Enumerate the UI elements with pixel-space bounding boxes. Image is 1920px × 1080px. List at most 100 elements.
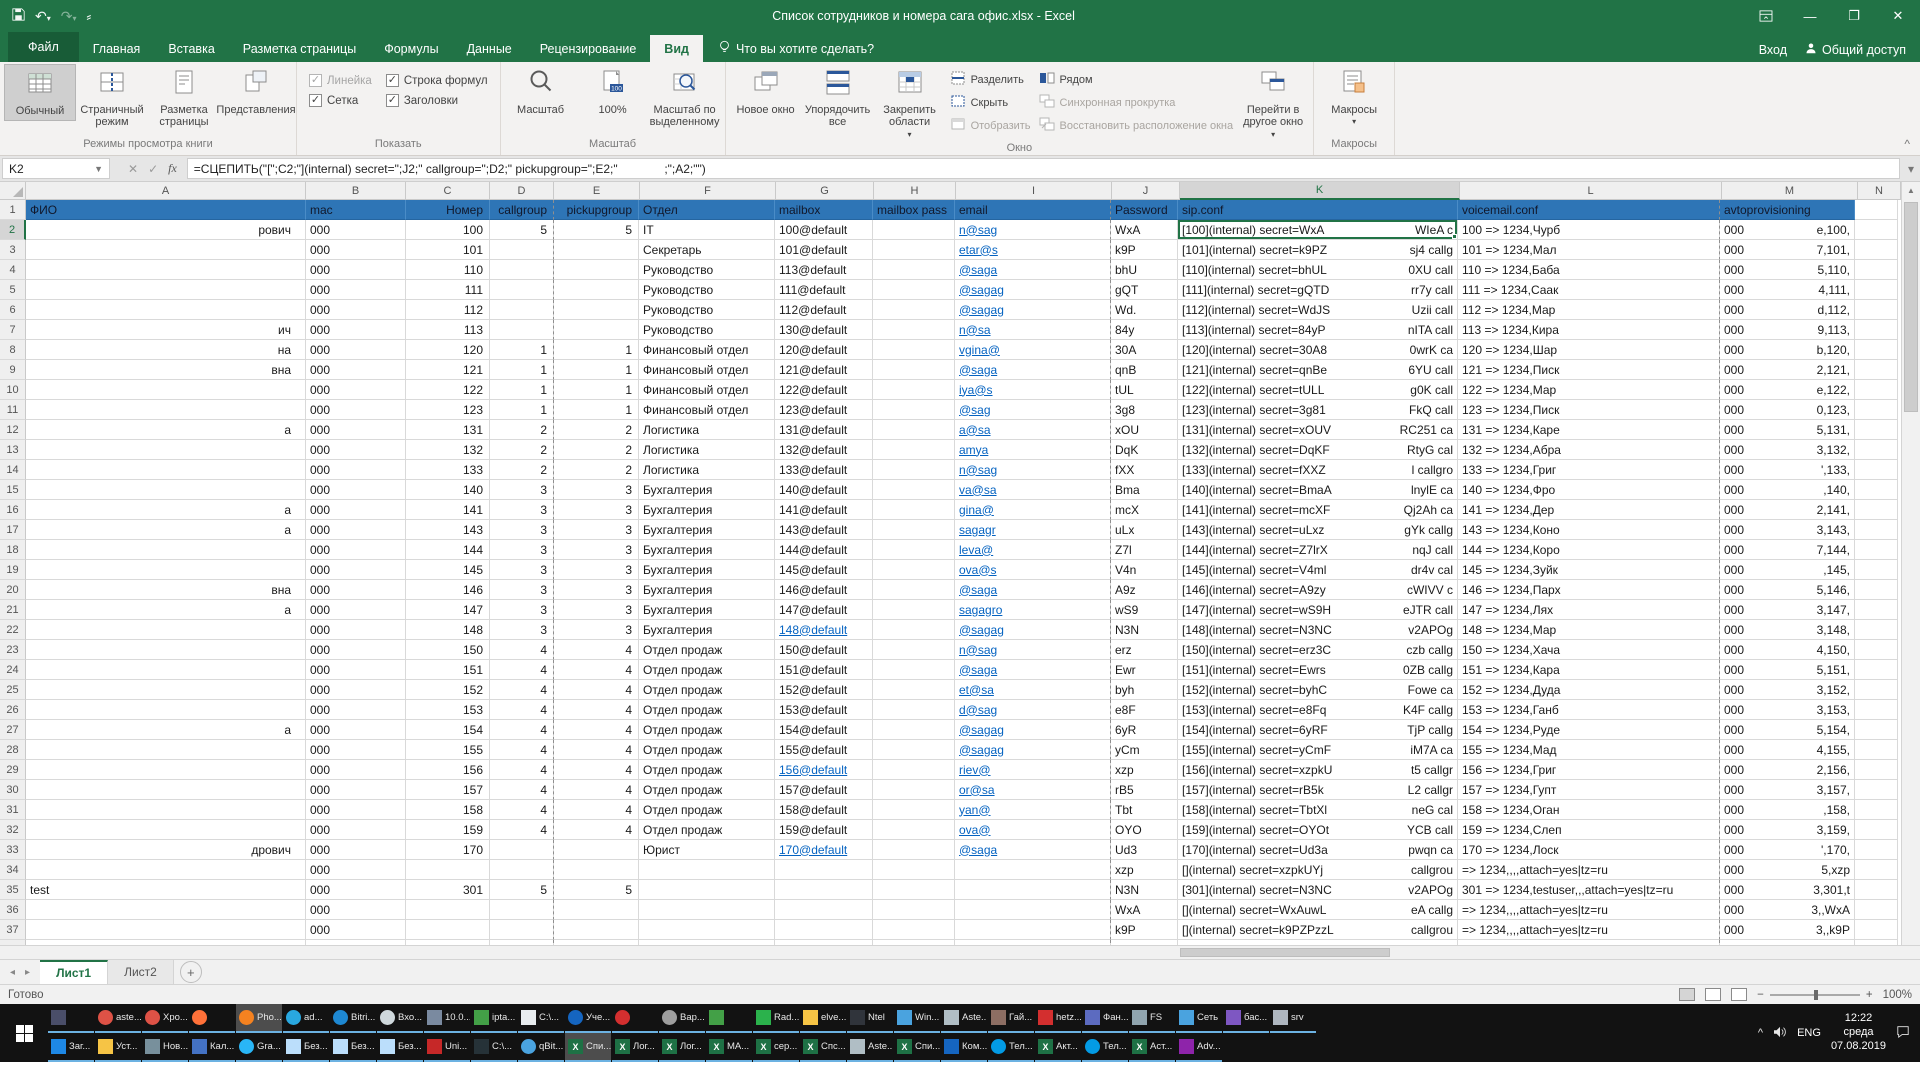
cell-mac[interactable]: 000 [306,500,406,520]
cell-callgroup[interactable]: 4 [490,680,554,700]
cell-mac[interactable]: 000 [306,880,406,900]
cell-sipconf[interactable]: [100](internal) secret=WxAWIeA c [1178,220,1458,240]
cell-dept[interactable]: Отдел продаж [639,740,775,760]
cell-number[interactable]: 147 [406,600,490,620]
cell-dept[interactable]: Отдел продаж [639,660,775,680]
cell-email[interactable]: @sag [955,400,1111,420]
cell-sipconf[interactable]: [170](internal) secret=Ud3apwqn ca [1178,840,1458,860]
cell-empty[interactable] [1855,680,1898,700]
header-cell-callgroup[interactable]: callgroup [490,200,554,220]
cell-pickupgroup[interactable]: 3 [553,620,639,640]
cell-email[interactable]: n@sa [955,320,1111,340]
cell-avtoprovisioning[interactable]: 000d,112, [1719,300,1855,320]
taskbar-item-Уст...[interactable]: Уст... [95,1033,141,1062]
cell-fio[interactable] [26,440,306,460]
cell-avtoprovisioning[interactable]: 000b,120, [1719,340,1855,360]
cell-mailbox-pass[interactable] [873,260,955,280]
cell-callgroup[interactable] [490,900,554,920]
cell-pickupgroup[interactable]: 3 [553,540,639,560]
taskbar-item-бас...[interactable]: бас... [1223,1004,1269,1033]
cell-mac[interactable]: 000 [306,720,406,740]
row-header-32[interactable]: 32 [0,820,26,840]
cell-sipconf[interactable]: [152](internal) secret=byhCFowe ca [1178,680,1458,700]
cell-avtoprovisioning[interactable]: 000e,100, [1719,220,1855,240]
cell-empty[interactable] [1855,320,1898,340]
cell-password[interactable]: Tbt [1110,800,1178,820]
cell-avtoprovisioning[interactable]: 000,158, [1719,800,1855,820]
tab-Рецензирование[interactable]: Рецензирование [526,36,651,62]
cell-voicemail[interactable]: 143 => 1234,Коно [1458,520,1720,540]
cell-empty[interactable] [1855,240,1898,260]
cell-empty[interactable] [1855,500,1898,520]
cell-email[interactable]: iya@s [955,380,1111,400]
cell-email[interactable]: yan@ [955,800,1111,820]
cell-email[interactable]: vgina@ [955,340,1111,360]
cell-email[interactable]: @saga [955,840,1111,860]
cell-sipconf[interactable]: [](internal) secret=xzpkUYjcallgrou [1178,860,1458,880]
cell-email[interactable]: gina@ [955,500,1111,520]
cell-password[interactable]: tUL [1110,380,1178,400]
cell-mac[interactable]: 000 [306,580,406,600]
cell-number[interactable]: 301 [406,880,490,900]
mailbox-link[interactable]: 148@default [779,623,847,637]
cell-mac[interactable]: 000 [306,260,406,280]
cell-avtoprovisioning[interactable]: 0004,111, [1719,280,1855,300]
row-header-15[interactable]: 15 [0,480,26,500]
cell-fio[interactable] [26,280,306,300]
cell-dept[interactable]: Руководство [639,280,775,300]
zoom-in-icon[interactable]: + [1866,989,1873,1001]
cell-mac[interactable]: 000 [306,420,406,440]
cell-callgroup[interactable]: 3 [490,500,554,520]
cell-sipconf[interactable]: [121](internal) secret=qnBe6YU call [1178,360,1458,380]
formula-input[interactable]: =СЦЕПИТЬ("[";C2;"](internal) secret=";J2… [187,158,1900,179]
cell-sipconf[interactable]: [](internal) secret=k9PZPzzLcallgrou [1178,920,1458,940]
cell-callgroup[interactable]: 3 [490,520,554,540]
row-header-10[interactable]: 10 [0,380,26,400]
cell-mac[interactable]: 000 [306,220,406,240]
column-header-C[interactable]: C [406,182,490,200]
email-link[interactable]: n@sag [959,463,997,477]
cell-mac[interactable]: 000 [306,800,406,820]
cell-avtoprovisioning[interactable]: 0009,113, [1719,320,1855,340]
cell-sipconf[interactable]: [123](internal) secret=3g81FkQ call [1178,400,1458,420]
header-cell-mac[interactable]: mac [306,200,406,220]
taskbar-item-aste...[interactable]: aste... [95,1004,141,1033]
cell-number[interactable] [406,920,490,940]
cell-voicemail[interactable]: => 1234,,,,attach=yes|tz=ru [1458,900,1720,920]
cell-mac[interactable]: 000 [306,900,406,920]
cell-empty[interactable] [1855,640,1898,660]
cell-fio[interactable] [26,820,306,840]
checkbox-Заголовки[interactable]: ✓Заголовки [386,94,488,107]
zoom-out-icon[interactable]: − [1757,989,1764,1001]
language-indicator[interactable]: ENG [1797,1027,1821,1039]
email-link[interactable]: amya [959,443,988,457]
add-sheet-button[interactable]: + [180,961,202,983]
cell-sipconf[interactable]: [120](internal) secret=30A80wrK ca [1178,340,1458,360]
cell-mailbox[interactable] [775,880,873,900]
cell-pickupgroup[interactable] [553,320,639,340]
email-link[interactable]: d@sag [959,703,997,717]
cell-voicemail[interactable]: 159 => 1234,Слеп [1458,820,1720,840]
cell-avtoprovisioning[interactable]: 0002,141, [1719,500,1855,520]
cell-voicemail[interactable]: 110 => 1234,Баба [1458,260,1720,280]
ribbon-button-Макросы[interactable]: Макросы▾ [1318,64,1390,129]
cell-avtoprovisioning[interactable]: 000,145, [1719,560,1855,580]
cell-avtoprovisioning[interactable]: 000',133, [1719,460,1855,480]
cell-mailbox[interactable]: 151@default [775,660,873,680]
taskbar-item-Лог...[interactable]: XЛог... [612,1033,658,1062]
collapse-ribbon-icon[interactable]: ^ [1904,137,1910,151]
cell-callgroup[interactable]: 1 [490,380,554,400]
taskbar-item-Ntel[interactable]: Ntel [847,1004,893,1033]
taskbar-item-Уче...[interactable]: Уче... [565,1004,611,1033]
row-header-31[interactable]: 31 [0,800,26,820]
name-box-dropdown-icon[interactable]: ▼ [94,164,103,174]
cell-fio[interactable]: а [26,600,306,620]
email-link[interactable]: or@sa [959,783,995,797]
cell-voicemail[interactable]: 101 => 1234,Мал [1458,240,1720,260]
cell-mac[interactable]: 000 [306,920,406,940]
header-cell-Password[interactable]: Password [1110,200,1178,220]
email-link[interactable]: @saga [959,583,997,597]
cell-pickupgroup[interactable]: 4 [553,740,639,760]
cell-mailbox[interactable]: 156@default [775,760,873,780]
cell-mailbox[interactable]: 140@default [775,480,873,500]
